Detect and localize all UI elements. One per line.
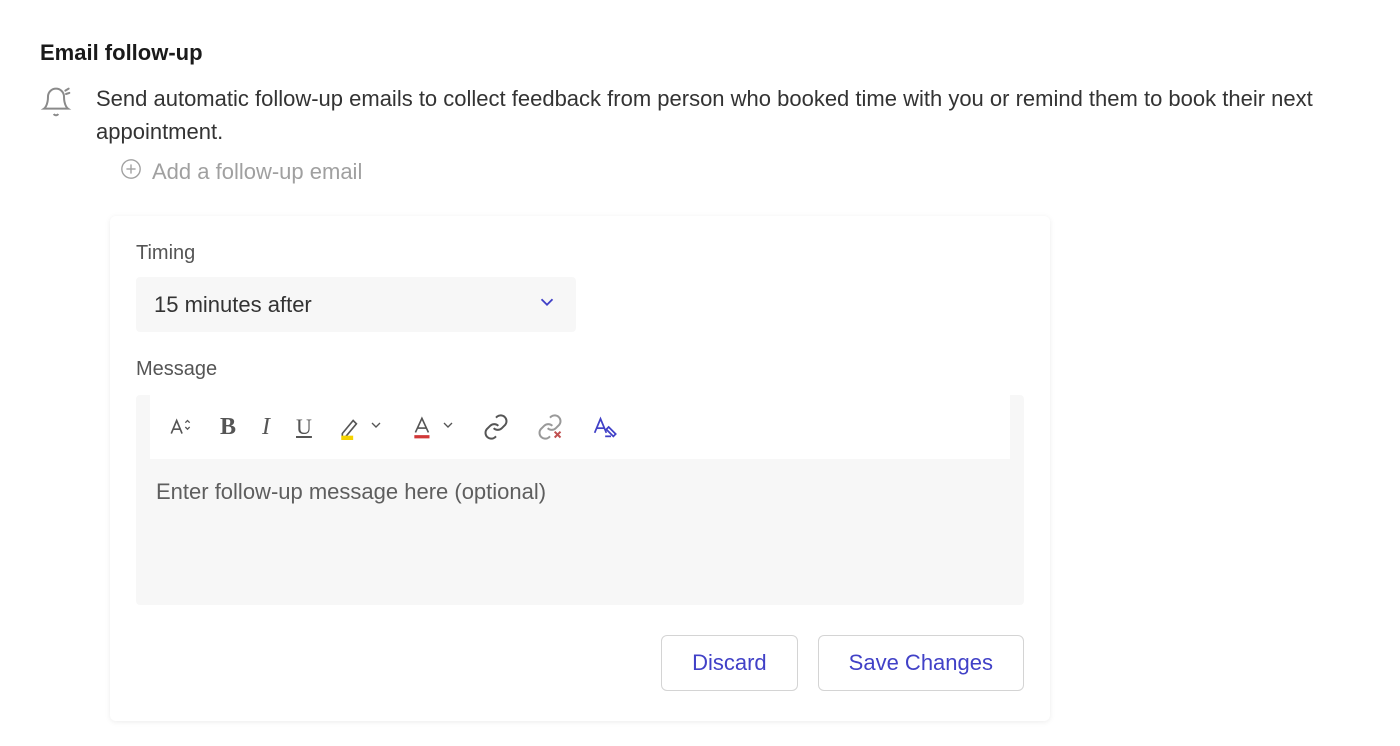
underline-button[interactable]: U — [296, 414, 312, 440]
add-followup-button[interactable]: Add a follow-up email — [120, 158, 1360, 186]
italic-button[interactable]: I — [262, 414, 270, 441]
chevron-down-icon — [536, 291, 558, 318]
message-input[interactable]: Enter follow-up message here (optional) — [136, 459, 1024, 605]
editor-toolbar: B I U — [150, 395, 1010, 459]
timing-value: 15 minutes after — [154, 292, 312, 318]
font-size-button[interactable] — [168, 414, 194, 440]
highlight-color-button[interactable] — [338, 414, 384, 440]
timing-label: Timing — [136, 242, 1024, 265]
clear-formatting-button[interactable] — [590, 413, 618, 441]
page-container: Email follow-up Send automatic follow-up… — [40, 40, 1360, 721]
add-followup-label: Add a follow-up email — [152, 159, 362, 185]
message-label: Message — [136, 358, 1024, 381]
button-row: Discard Save Changes — [136, 635, 1024, 691]
section-description: Send automatic follow-up emails to colle… — [96, 82, 1356, 148]
editor-area: B I U — [136, 395, 1024, 605]
bold-button[interactable]: B — [220, 414, 236, 441]
save-button[interactable]: Save Changes — [818, 635, 1024, 691]
header-row: Send automatic follow-up emails to colle… — [40, 82, 1360, 148]
chevron-down-icon — [368, 417, 384, 438]
unlink-button[interactable] — [536, 413, 564, 441]
bell-icon — [40, 86, 72, 123]
discard-button[interactable]: Discard — [661, 635, 798, 691]
section-title: Email follow-up — [40, 40, 1360, 66]
link-button[interactable] — [482, 413, 510, 441]
font-color-button[interactable] — [410, 414, 456, 440]
timing-dropdown[interactable]: 15 minutes after — [136, 277, 576, 332]
followup-card: Timing 15 minutes after Message — [110, 216, 1050, 721]
chevron-down-icon — [440, 417, 456, 438]
plus-circle-icon — [120, 158, 142, 186]
